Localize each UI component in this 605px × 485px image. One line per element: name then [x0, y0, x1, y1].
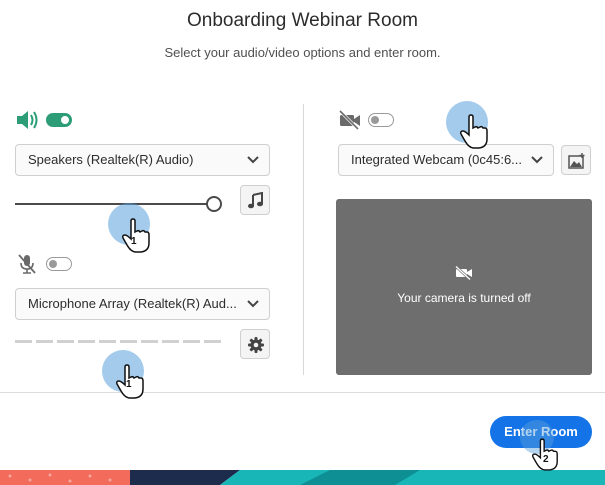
microphone-muted-icon[interactable]	[16, 253, 38, 275]
footer-divider	[0, 392, 605, 393]
volume-slider-track[interactable]	[15, 203, 207, 205]
microphone-settings-button[interactable]	[240, 329, 270, 359]
camera-preview: Your camera is turned off	[336, 199, 592, 375]
camera-select[interactable]: Integrated Webcam (0c45:6...	[338, 144, 554, 176]
page-subtitle: Select your audio/video options and ente…	[164, 45, 441, 60]
speaker-select-value: Speakers (Realtek(R) Audio)	[28, 152, 194, 167]
microphone-toggle[interactable]	[46, 257, 72, 271]
hand-pointer-icon	[122, 218, 150, 253]
camera-off-icon[interactable]	[338, 110, 362, 130]
microphone-level-meter	[15, 340, 227, 344]
volume-slider-handle[interactable]	[206, 196, 222, 212]
camera-off-icon	[455, 266, 472, 280]
step-number: 1	[131, 236, 137, 247]
step-number: 1	[126, 379, 132, 390]
test-sound-button[interactable]	[240, 185, 270, 215]
camera-select-value: Integrated Webcam (0c45:6...	[351, 152, 523, 167]
background-effects-icon	[568, 153, 585, 169]
decorative-footer-banner	[0, 470, 605, 485]
hand-pointer-icon	[460, 114, 488, 149]
microphone-select-value: Microphone Array (Realtek(R) Aud...	[28, 296, 237, 311]
background-effects-button[interactable]	[561, 145, 591, 175]
column-divider	[303, 104, 304, 375]
chevron-down-icon	[247, 156, 259, 164]
chevron-down-icon	[531, 156, 543, 164]
chevron-down-icon	[247, 300, 259, 308]
microphone-select[interactable]: Microphone Array (Realtek(R) Aud...	[15, 288, 270, 320]
camera-off-message: Your camera is turned off	[397, 291, 531, 305]
gear-icon	[248, 337, 264, 353]
camera-toggle[interactable]	[368, 113, 394, 127]
music-note-icon	[248, 192, 263, 209]
speaker-select[interactable]: Speakers (Realtek(R) Audio)	[15, 144, 270, 176]
speaker-volume-icon[interactable]	[15, 109, 41, 131]
page-title: Onboarding Webinar Room	[187, 10, 418, 31]
speaker-toggle[interactable]	[46, 113, 72, 127]
step-number: 2	[543, 454, 549, 465]
